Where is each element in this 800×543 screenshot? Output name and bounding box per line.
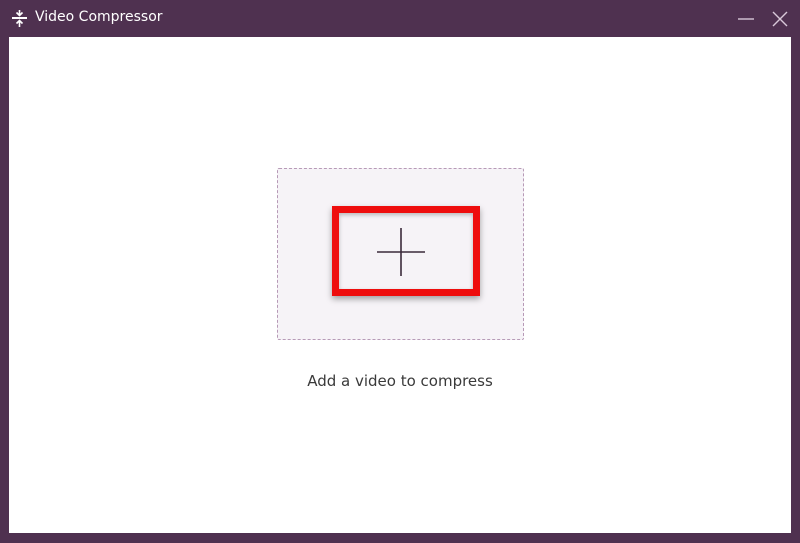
window-title: Video Compressor — [35, 9, 163, 25]
plus-icon[interactable] — [375, 226, 427, 278]
close-button[interactable] — [767, 6, 793, 32]
title-bar: Video Compressor — [0, 0, 800, 37]
close-icon — [772, 11, 788, 27]
compress-icon — [12, 10, 27, 27]
main-content: Add a video to compress — [9, 37, 791, 533]
add-video-drop-zone[interactable] — [277, 168, 524, 340]
minimize-button[interactable] — [733, 6, 759, 32]
add-video-caption: Add a video to compress — [307, 372, 493, 390]
minimize-icon — [738, 18, 754, 20]
